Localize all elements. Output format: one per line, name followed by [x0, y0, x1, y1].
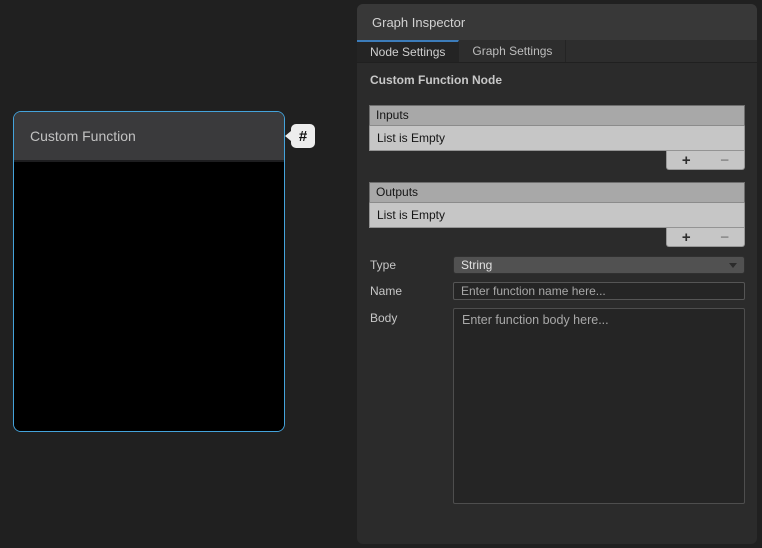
graph-inspector-panel: Graph Inspector Node Settings Graph Sett…: [357, 4, 757, 544]
node-preview-area: [14, 162, 284, 431]
node-hash-badge[interactable]: #: [291, 124, 315, 148]
outputs-add-button[interactable]: +: [682, 230, 691, 245]
outputs-list-footer: + −: [369, 228, 745, 247]
outputs-list-header: Outputs: [369, 182, 745, 203]
inputs-list-footer: + −: [369, 151, 745, 170]
custom-function-node[interactable]: Custom Function: [13, 111, 285, 432]
type-dropdown-value: String: [461, 258, 492, 272]
name-row: Name: [369, 282, 745, 300]
tab-graph-settings[interactable]: Graph Settings: [459, 40, 566, 62]
body-row: Body: [369, 308, 745, 504]
inputs-remove-button[interactable]: −: [720, 153, 729, 168]
outputs-remove-button[interactable]: −: [720, 230, 729, 245]
badge-tail-icon: [285, 131, 291, 141]
outputs-footer-buttons: + −: [666, 228, 745, 247]
inputs-list: Inputs List is Empty + −: [369, 105, 745, 170]
outputs-list: Outputs List is Empty + −: [369, 182, 745, 247]
inputs-add-button[interactable]: +: [682, 153, 691, 168]
settings-tab-bar: Node Settings Graph Settings: [357, 40, 757, 63]
name-label: Name: [369, 284, 453, 298]
body-label: Body: [369, 311, 453, 325]
type-row: Type String: [369, 256, 745, 274]
panel-title: Graph Inspector: [372, 15, 465, 30]
section-title: Custom Function Node: [370, 73, 757, 87]
function-name-input[interactable]: [453, 282, 745, 300]
type-label: Type: [369, 258, 453, 272]
panel-header[interactable]: Graph Inspector: [357, 4, 757, 40]
hash-icon: #: [299, 128, 307, 145]
tab-node-settings[interactable]: Node Settings: [357, 40, 459, 62]
outputs-empty-row: List is Empty: [369, 203, 745, 228]
node-title-label: Custom Function: [30, 128, 136, 144]
chevron-down-icon: [729, 263, 737, 268]
function-settings-form: Type String Name Body: [357, 256, 757, 504]
inputs-empty-row: List is Empty: [369, 126, 745, 151]
type-dropdown[interactable]: String: [453, 256, 745, 274]
inputs-list-header: Inputs: [369, 105, 745, 126]
node-title-bar[interactable]: Custom Function: [14, 112, 284, 162]
function-body-textarea[interactable]: [453, 308, 745, 504]
inputs-footer-buttons: + −: [666, 151, 745, 170]
